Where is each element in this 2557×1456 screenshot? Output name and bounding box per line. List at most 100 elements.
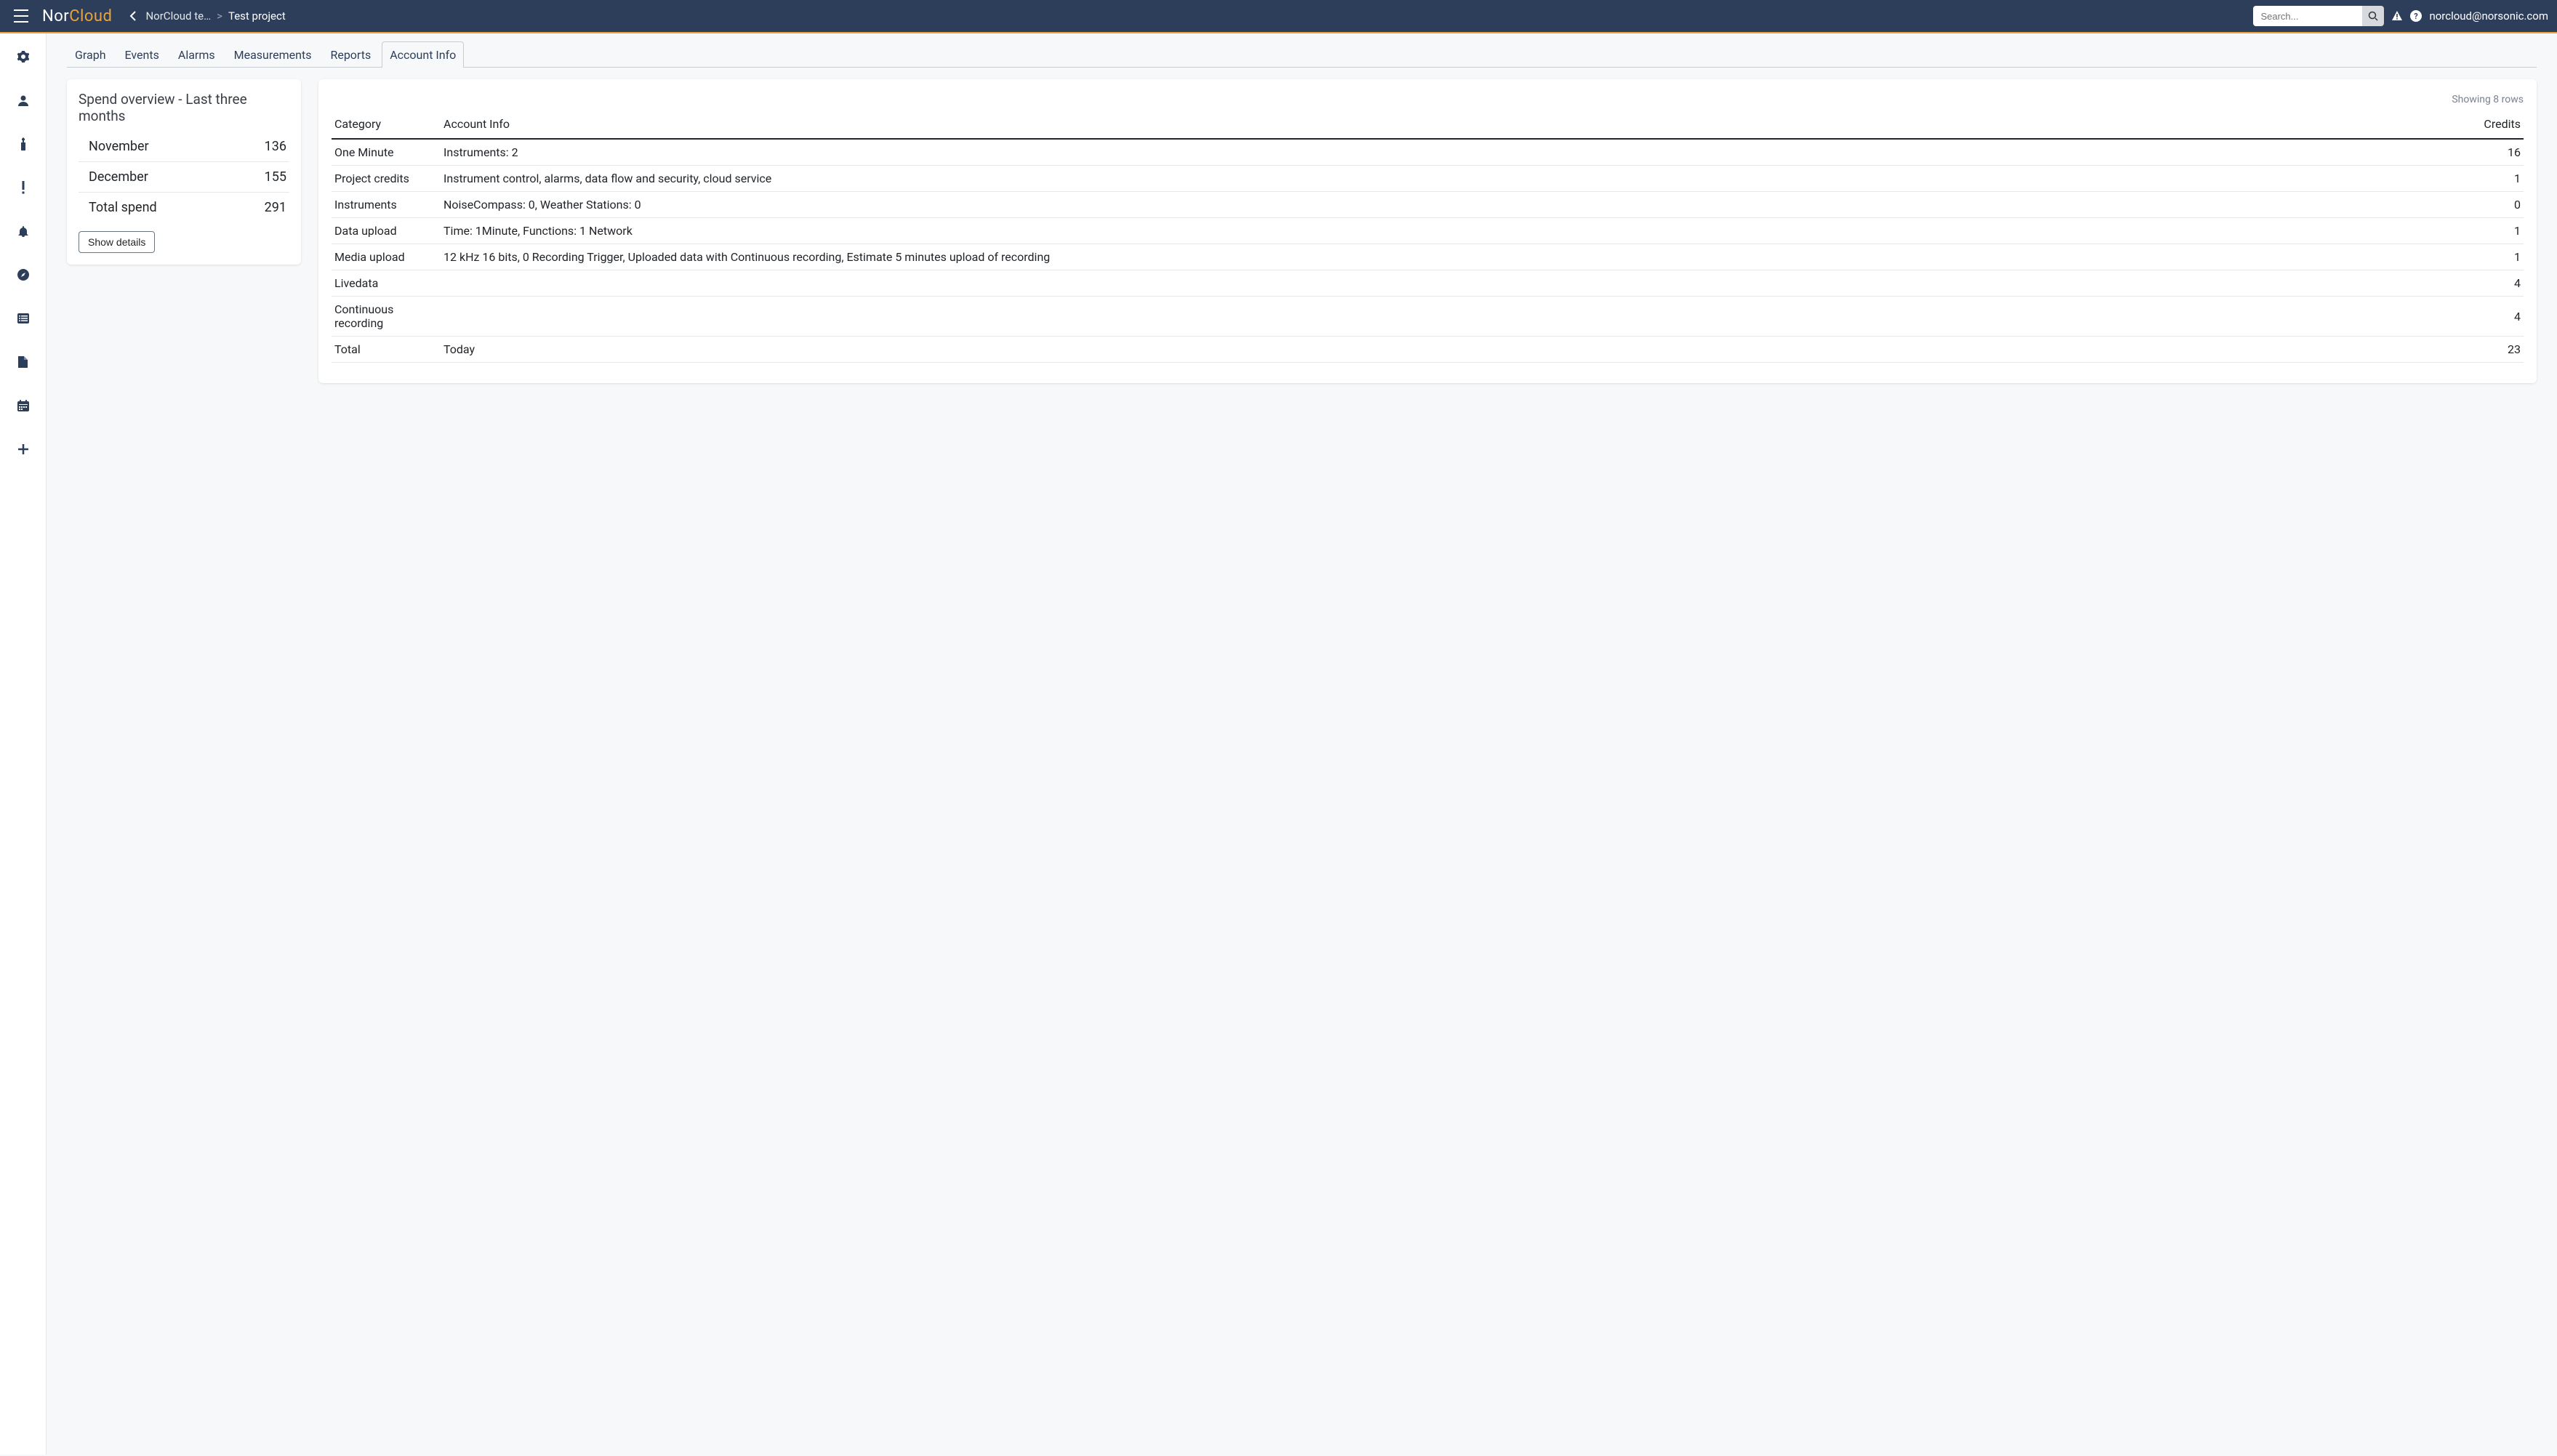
table-header[interactable]: Category [332, 110, 441, 139]
gear-icon [17, 51, 29, 63]
table-cell-category: Project credits [332, 166, 441, 192]
logo-part1: Nor [42, 7, 69, 25]
table-cell-info: Instruments: 2 [441, 139, 2388, 166]
breadcrumb-back-button[interactable] [127, 8, 140, 24]
app-header: NorCloud NorCloud te… > Test project ? n… [0, 0, 2557, 33]
main-content: GraphEventsAlarmsMeasurementsReportsAcco… [47, 33, 2557, 1455]
spend-overview-card: Spend overview - Last three months Novem… [67, 79, 301, 265]
table-header[interactable]: Credits [2388, 110, 2524, 139]
table-cell-info: NoiseCompass: 0, Weather Stations: 0 [441, 192, 2388, 218]
table-cell-credits: 16 [2388, 139, 2524, 166]
sidebar-item-calendar[interactable] [10, 393, 36, 419]
account-info-table: CategoryAccount InfoCredits One MinuteIn… [332, 110, 2524, 363]
header-right: ? norcloud@norsonic.com [2253, 6, 2548, 26]
breadcrumb-separator: > [217, 9, 222, 23]
table-row: Media upload12 kHz 16 bits, 0 Recording … [332, 244, 2524, 270]
tab-reports[interactable]: Reports [322, 41, 379, 68]
sidebar-item-alerts[interactable] [10, 174, 36, 201]
tab-alarms[interactable]: Alarms [170, 41, 223, 68]
tab-graph[interactable]: Graph [67, 41, 114, 68]
compass-icon [17, 269, 29, 281]
table-row: Data uploadTime: 1Minute, Functions: 1 N… [332, 218, 2524, 244]
table-cell-info: Today [441, 337, 2388, 363]
table-cell-category: Instruments [332, 192, 441, 218]
table-row: TotalToday23 [332, 337, 2524, 363]
search-icon [2368, 11, 2378, 21]
calendar-icon [17, 400, 29, 411]
table-cell-credits: 1 [2388, 166, 2524, 192]
table-row: Livedata 4 [332, 270, 2524, 297]
table-cell-info: Instrument control, alarms, data flow an… [441, 166, 2388, 192]
table-cell-category: One Minute [332, 139, 441, 166]
spend-row: November136 [79, 132, 289, 162]
table-row: Continuous recording 4 [332, 297, 2524, 337]
user-email[interactable]: norcloud@norsonic.com [2429, 9, 2548, 23]
exclamation-icon [21, 181, 25, 194]
tab-account-info[interactable]: Account Info [382, 41, 464, 68]
spend-row-label: December [89, 169, 148, 185]
spend-row-value: 136 [265, 139, 286, 154]
logo-part2: Cloud [69, 7, 112, 25]
show-details-button[interactable]: Show details [79, 231, 155, 253]
table-cell-credits: 0 [2388, 192, 2524, 218]
sidebar-item-device[interactable] [10, 131, 36, 157]
table-cell-category: Media upload [332, 244, 441, 270]
search-input[interactable] [2253, 6, 2362, 26]
table-cell-credits: 23 [2388, 337, 2524, 363]
table-cell-credits: 4 [2388, 297, 2524, 337]
table-cell-category: Continuous recording [332, 297, 441, 337]
search-button[interactable] [2362, 6, 2384, 26]
panels: Spend overview - Last three months Novem… [67, 79, 2537, 383]
bell-icon [17, 225, 29, 237]
table-cell-credits: 4 [2388, 270, 2524, 297]
sidebar-item-files[interactable] [10, 349, 36, 375]
tab-bar: GraphEventsAlarmsMeasurementsReportsAcco… [67, 41, 2537, 68]
table-cell-info: Time: 1Minute, Functions: 1 Network [441, 218, 2388, 244]
sidebar [0, 33, 47, 1455]
table-cell-info: 12 kHz 16 bits, 0 Recording Trigger, Upl… [441, 244, 2388, 270]
sidebar-item-list[interactable] [10, 305, 36, 331]
breadcrumb-current[interactable]: Test project [228, 9, 286, 23]
table-row: One MinuteInstruments: 216 [332, 139, 2524, 166]
table-cell-category: Total [332, 337, 441, 363]
spend-row-label: Total spend [89, 200, 157, 215]
tab-events[interactable]: Events [117, 41, 167, 68]
table-row: InstrumentsNoiseCompass: 0, Weather Stat… [332, 192, 2524, 218]
table-cell-credits: 1 [2388, 244, 2524, 270]
chevron-left-icon [129, 11, 137, 21]
table-row: Project creditsInstrument control, alarm… [332, 166, 2524, 192]
spend-row: Total spend 291 [79, 193, 289, 222]
breadcrumb-parent[interactable]: NorCloud te… [145, 9, 211, 23]
search-wrap [2253, 6, 2384, 26]
sidebar-item-notifications[interactable] [10, 218, 36, 244]
spend-row-value: 155 [265, 169, 286, 185]
hamburger-icon [13, 9, 29, 23]
user-icon [17, 94, 29, 106]
hamburger-menu-button[interactable] [9, 5, 33, 27]
sidebar-item-settings[interactable] [10, 44, 36, 70]
account-info-table-card: Showing 8 rows CategoryAccount InfoCredi… [318, 79, 2537, 383]
spend-row: December 155 [79, 162, 289, 193]
table-cell-category: Data upload [332, 218, 441, 244]
sidebar-item-user[interactable] [10, 87, 36, 113]
table-cell-info [441, 270, 2388, 297]
help-icon[interactable]: ? [2410, 10, 2422, 22]
tab-measurements[interactable]: Measurements [226, 41, 320, 68]
layout: GraphEventsAlarmsMeasurementsReportsAcco… [0, 33, 2557, 1455]
spend-title: Spend overview - Last three months [79, 91, 289, 124]
table-header[interactable]: Account Info [441, 110, 2388, 139]
svg-text:?: ? [2415, 12, 2419, 21]
spend-row-value: 291 [265, 200, 286, 215]
sidebar-item-explore[interactable] [10, 262, 36, 288]
sidebar-item-add[interactable] [10, 436, 36, 462]
rows-summary: Showing 8 rows [332, 94, 2524, 105]
file-icon [18, 356, 28, 368]
alert-icon[interactable] [2391, 10, 2403, 22]
breadcrumb: NorCloud te… > Test project [127, 8, 285, 24]
table-cell-info [441, 297, 2388, 337]
app-logo: NorCloud [42, 7, 112, 25]
list-icon [17, 313, 29, 323]
plus-icon [18, 444, 28, 454]
table-cell-category: Livedata [332, 270, 441, 297]
table-cell-credits: 1 [2388, 218, 2524, 244]
